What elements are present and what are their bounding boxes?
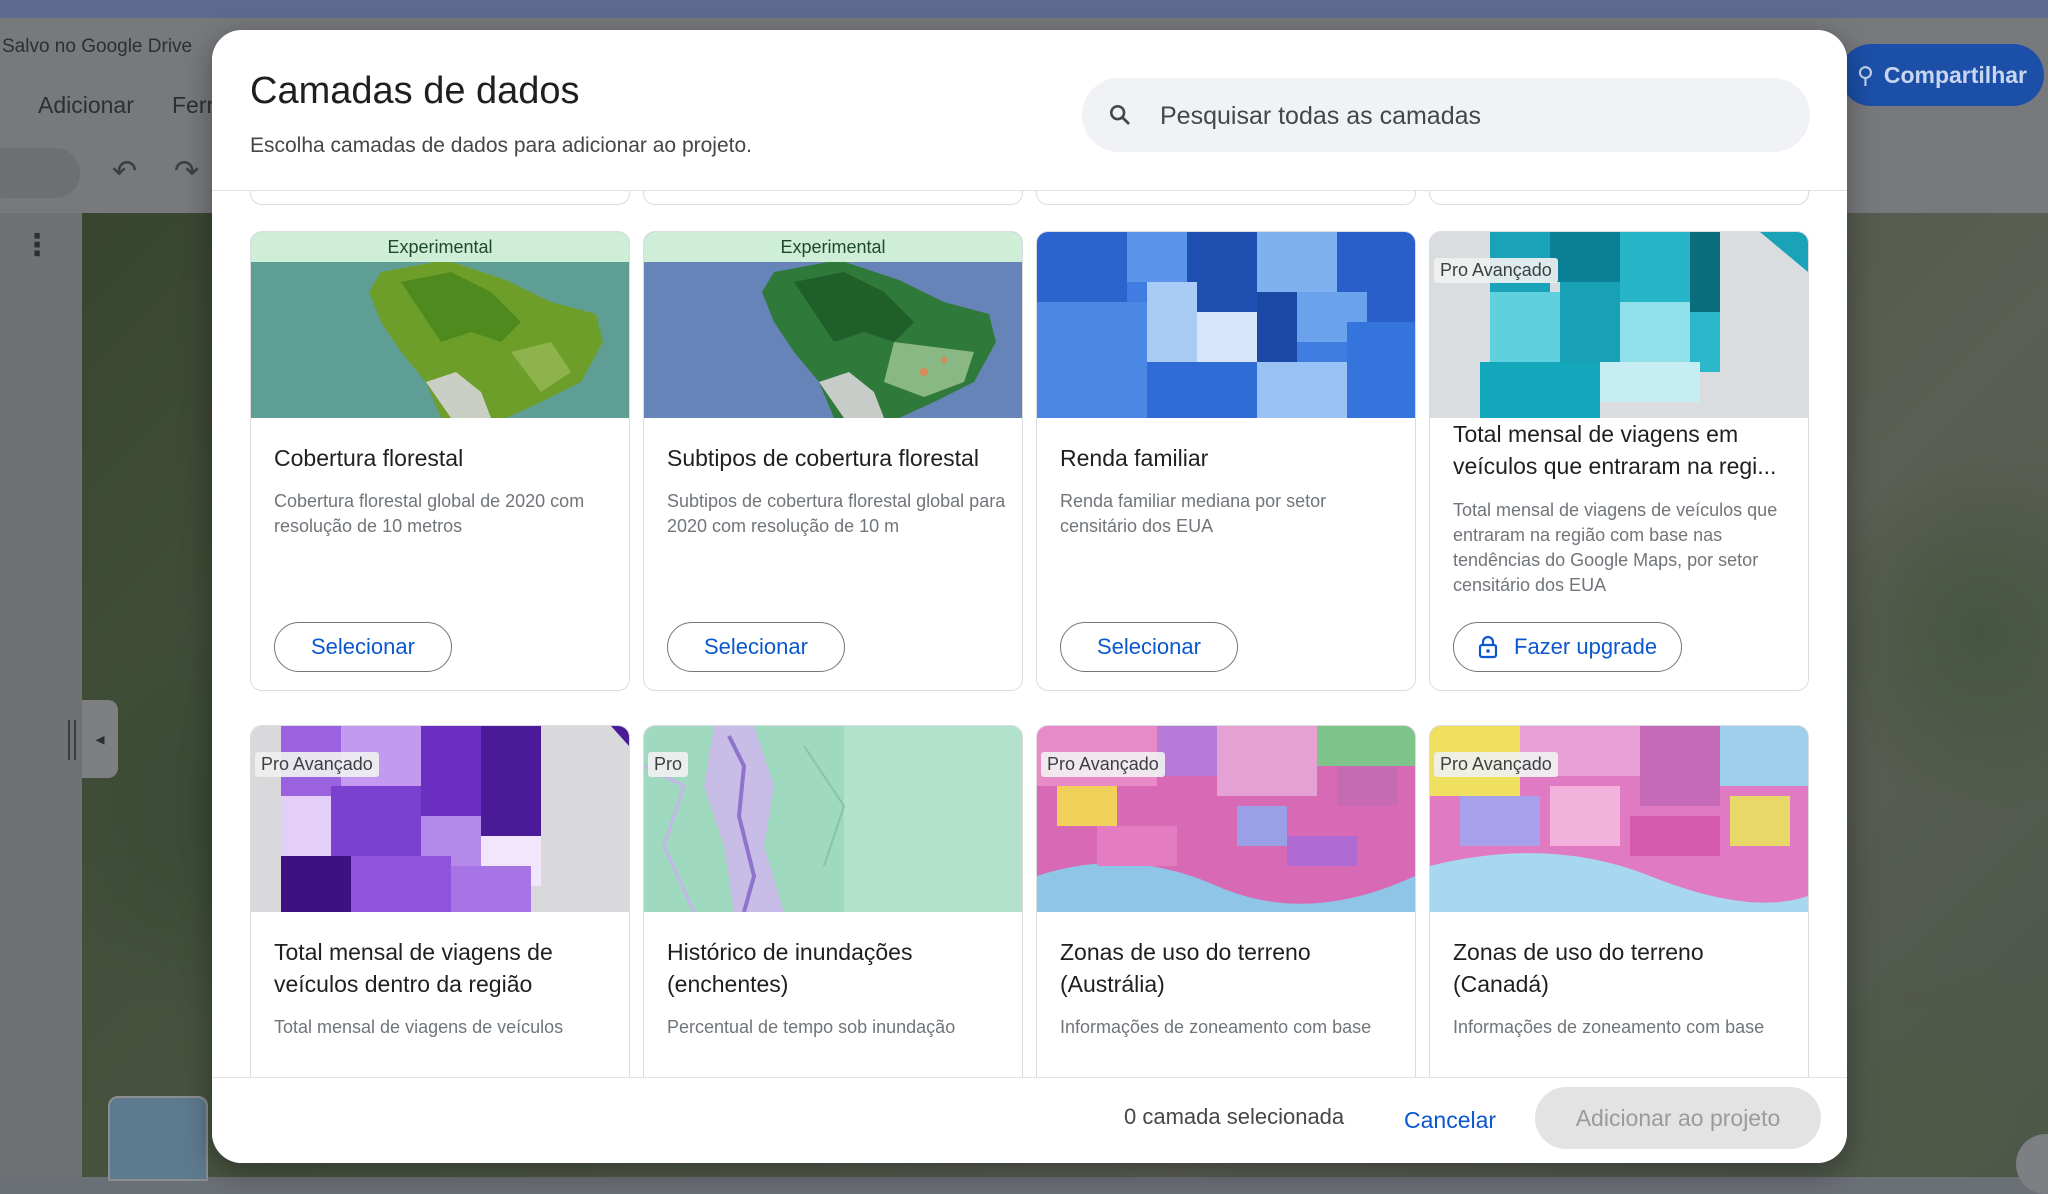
undo-icon[interactable]: ↶ (112, 154, 137, 189)
card-title: Total mensal de viagens de veículos dent… (274, 939, 553, 997)
card-previous-row (1036, 191, 1416, 205)
pro-badge: Pro Avançado (255, 752, 379, 777)
select-button[interactable]: Selecionar (667, 622, 845, 672)
card-description: Total mensal de viagens de veículos (274, 1017, 564, 1037)
layer-card-cobertura-florestal: Experimental Cobertura florestal Cobertu… (250, 231, 630, 691)
search-input[interactable] (1158, 78, 1782, 154)
dialog-subtitle: Escolha camadas de dados para adicionar … (250, 134, 752, 157)
trips-within-map-thumbnail: Pro Avançado (251, 726, 629, 912)
card-description: Subtipos de cobertura florestal global p… (667, 491, 1006, 536)
card-title: Renda familiar (1060, 445, 1209, 471)
layer-grid[interactable]: Experimental Cobertura florestal Cobertu… (212, 191, 1847, 1077)
pro-badge: Pro Avançado (1434, 258, 1558, 283)
card-previous-row (643, 191, 1023, 205)
card-description: Renda familiar mediana por setor censitá… (1060, 491, 1327, 536)
layer-card-zonas-australia: Pro Avançado Zonas de uso do terreno (Au… (1036, 725, 1416, 1077)
redo-icon[interactable]: ↷ (174, 154, 199, 189)
selected-count: 0 camada selecionada (1124, 1104, 1345, 1129)
person-add-icon: ⚲ (1857, 61, 1874, 88)
card-description: Informações de zoneamento com base (1060, 1017, 1372, 1037)
layer-card-zonas-canada: Pro Avançado Zonas de uso do terreno (Ca… (1429, 725, 1809, 1077)
trips-in-map-thumbnail: Pro Avançado (1430, 232, 1808, 418)
layer-card-viagens-entraram: Pro Avançado Total mensal de viagens em … (1429, 231, 1809, 691)
dialog-header: Camadas de dados Escolha camadas de dado… (212, 30, 1847, 190)
card-description: Total mensal de viagens de veículos que … (1453, 500, 1778, 595)
dialog-footer: 0 camada selecionada Cancelar Adicionar … (212, 1078, 1847, 1163)
lock-icon (1478, 635, 1498, 659)
pro-badge: Pro Avançado (1041, 752, 1165, 777)
side-panel (0, 213, 82, 1177)
flood-map-thumbnail: Pro (644, 726, 1022, 912)
header-divider (212, 190, 1847, 191)
layer-card-subtipos-cobertura: Experimental Subtipos de cobertura flore… (643, 231, 1023, 691)
card-title: Zonas de uso do terreno (Austrália) (1060, 939, 1311, 997)
pro-badge: Pro Avançado (1434, 752, 1558, 777)
data-layers-dialog: Camadas de dados Escolha camadas de dado… (212, 30, 1847, 1163)
pro-badge: Pro (648, 752, 689, 777)
card-description: Cobertura florestal global de 2020 com r… (274, 491, 585, 536)
toolbar-input[interactable] (0, 148, 80, 198)
select-button[interactable]: Selecionar (1060, 622, 1238, 672)
layer-card-renda-familiar: Renda familiar Renda familiar mediana po… (1036, 231, 1416, 691)
card-previous-row (250, 191, 630, 205)
experimental-badge: Experimental (644, 232, 1022, 262)
cancel-button[interactable]: Cancelar (1390, 1092, 1510, 1148)
dialog-title: Camadas de dados (250, 70, 580, 112)
saved-status: Salvo no Google Drive (2, 36, 193, 57)
collapse-panel-button[interactable]: ◂ (82, 700, 118, 778)
card-description: Percentual de tempo sob inundação (667, 1017, 956, 1037)
resize-handle[interactable] (68, 720, 76, 760)
forest-subtype-map-thumbnail: Experimental (644, 232, 1022, 418)
forest-map-thumbnail: Experimental (251, 232, 629, 418)
browser-strip (0, 0, 2048, 18)
search-box[interactable] (1082, 78, 1810, 154)
share-label: Compartilhar (1883, 61, 2027, 88)
map-type-thumbnail[interactable] (108, 1096, 208, 1181)
share-button[interactable]: ⚲ Compartilhar (1840, 44, 2044, 106)
layer-card-viagens-dentro: Pro Avançado Total mensal de viagens de … (250, 725, 630, 1077)
zoning-au-map-thumbnail: Pro Avançado (1037, 726, 1415, 912)
experimental-badge: Experimental (251, 232, 629, 262)
zoning-ca-map-thumbnail: Pro Avançado (1430, 726, 1808, 912)
card-description: Informações de zoneamento com base (1453, 1017, 1765, 1037)
upgrade-button[interactable]: Fazer upgrade (1453, 622, 1683, 672)
card-previous-row (1429, 191, 1809, 205)
card-title: Zonas de uso do terreno (Canadá) (1453, 939, 1704, 997)
layer-card-historico-inundacoes: Pro Histórico de inundações (enchentes) … (643, 725, 1023, 1077)
more-options-icon[interactable]: ⋮ (22, 228, 52, 263)
select-button[interactable]: Selecionar (274, 622, 452, 672)
upgrade-label: Fazer upgrade (1514, 634, 1658, 659)
card-title: Histórico de inundações (enchentes) (667, 939, 913, 997)
search-icon (1109, 104, 1130, 125)
card-title: Total mensal de viagens em veículos que … (1453, 421, 1777, 479)
menu-adicionar[interactable]: Adicionar (38, 92, 134, 119)
card-title: Subtipos de cobertura florestal (667, 445, 979, 471)
add-to-project-button[interactable]: Adicionar ao projeto (1535, 1087, 1821, 1149)
menu-ferramentas[interactable]: Ferr (172, 92, 214, 119)
card-title: Cobertura florestal (274, 445, 464, 471)
income-map-thumbnail (1037, 232, 1415, 418)
